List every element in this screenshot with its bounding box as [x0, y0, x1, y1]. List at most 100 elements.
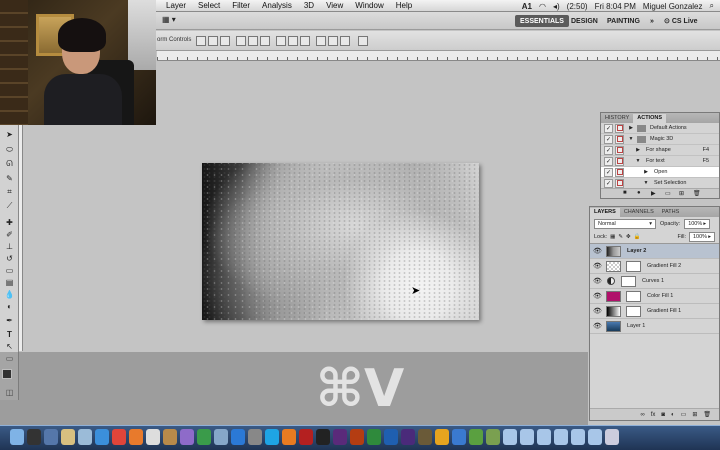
dreamweaver-icon[interactable]	[367, 429, 381, 445]
toggle-check-icon[interactable]: ✓	[604, 145, 613, 155]
dialog-toggle-icon[interactable]	[615, 167, 624, 177]
photos-icon[interactable]	[61, 429, 75, 445]
blur-tool-icon[interactable]: 💧	[4, 289, 15, 299]
clock[interactable]: Fri 8:04 PM	[595, 2, 636, 11]
skype-icon[interactable]	[265, 429, 279, 445]
eye-icon[interactable]: 👁	[593, 322, 602, 330]
document-canvas[interactable]	[202, 163, 479, 320]
illustrator-icon[interactable]	[435, 429, 449, 445]
photoshop-icon[interactable]	[384, 429, 398, 445]
toggle-check-icon[interactable]: ✓	[604, 178, 613, 188]
folder-icon[interactable]	[520, 429, 534, 445]
align-left-icon[interactable]	[236, 36, 246, 46]
new-action-icon[interactable]: ⊞	[679, 190, 684, 197]
eraser-tool-icon[interactable]: ▭	[4, 265, 15, 275]
arrange-documents-icon[interactable]: ▦ ▾	[162, 15, 176, 24]
new-adjustment-icon[interactable]: ◐	[671, 412, 675, 418]
battery-status[interactable]: (2:50)	[567, 2, 588, 11]
mission-control-icon[interactable]	[44, 429, 58, 445]
action-for-text[interactable]: ✓ ▼ For text F5	[601, 156, 719, 167]
folder-icon[interactable]	[571, 429, 585, 445]
layer-style-icon[interactable]: fx	[651, 412, 656, 418]
play-icon[interactable]: ▶	[651, 190, 656, 197]
safari-icon[interactable]	[95, 429, 109, 445]
align-hcenter-icon[interactable]	[248, 36, 258, 46]
path-selection-tool-icon[interactable]: ↖	[4, 341, 15, 351]
menu-filter[interactable]: Filter	[226, 1, 256, 10]
address-book-icon[interactable]	[163, 429, 177, 445]
eye-icon[interactable]: 👁	[593, 292, 602, 300]
minecraft-icon[interactable]	[469, 429, 483, 445]
expanded-triangle-icon[interactable]: ▼	[627, 136, 635, 142]
pen-tool-icon[interactable]: ✒	[4, 315, 15, 325]
facetime-icon[interactable]	[197, 429, 211, 445]
stop-icon[interactable]: ■	[623, 190, 627, 196]
type-tool-icon[interactable]: T	[4, 329, 15, 339]
itunes-icon[interactable]	[180, 429, 194, 445]
filezilla-icon[interactable]	[299, 429, 313, 445]
distribute-left-icon[interactable]	[316, 36, 326, 46]
layer-row-gradient-fill-2[interactable]: 👁 Gradient Fill 2	[590, 259, 719, 274]
trash-icon[interactable]: 🗑	[703, 411, 711, 418]
vlc-icon[interactable]	[282, 429, 296, 445]
layer-row-color-fill-1[interactable]: 👁 Color Fill 1	[590, 289, 719, 304]
cs-live-button[interactable]: ⊙ CS Live	[664, 15, 698, 27]
move-tool-icon[interactable]: ➤	[4, 129, 15, 139]
tab-actions[interactable]: ACTIONS	[633, 114, 666, 123]
workspace-design-button[interactable]: DESIGN	[566, 15, 603, 27]
distribute-right-icon[interactable]	[340, 36, 350, 46]
new-set-icon[interactable]: ▭	[665, 190, 671, 197]
trash-icon[interactable]: 🗑	[693, 190, 701, 197]
link-layers-icon[interactable]: ∞	[640, 412, 644, 418]
new-layer-icon[interactable]: ⊞	[692, 411, 697, 418]
layer-row-gradient-fill-1[interactable]: 👁 Gradient Fill 1	[590, 304, 719, 319]
record-icon[interactable]: ●	[637, 190, 641, 196]
chrome-icon[interactable]	[112, 429, 126, 445]
lock-position-icon[interactable]: ✥	[626, 234, 631, 240]
action-set-default[interactable]: ✓ ▶ Default Actions	[601, 123, 719, 134]
distribute-vcenter-icon[interactable]	[288, 36, 298, 46]
workspace-essentials-button[interactable]: ESSENTIALS	[515, 15, 569, 27]
menu-help[interactable]: Help	[390, 1, 418, 10]
folder-icon[interactable]	[503, 429, 517, 445]
lock-all-icon[interactable]: 🔒	[634, 234, 641, 240]
tab-layers[interactable]: LAYERS	[590, 208, 620, 217]
dialog-toggle-icon[interactable]	[615, 123, 624, 133]
layer-row-curves-1[interactable]: 👁 Curves 1	[590, 274, 719, 289]
fireworks-icon[interactable]	[350, 429, 364, 445]
folder-icon[interactable]	[537, 429, 551, 445]
distribute-bottom-icon[interactable]	[300, 36, 310, 46]
folder-icon[interactable]	[588, 429, 602, 445]
clone-stamp-tool-icon[interactable]: ⊥	[4, 241, 15, 251]
history-brush-tool-icon[interactable]: ↺	[4, 253, 15, 263]
eye-icon[interactable]: 👁	[593, 307, 602, 315]
layer-row-layer-2[interactable]: 👁 Layer 2	[590, 244, 719, 259]
layer-row-layer-1[interactable]: 👁 Layer 1	[590, 319, 719, 334]
show-transform-controls-label[interactable]: orm Controls	[157, 37, 191, 43]
menu-select[interactable]: Select	[192, 1, 226, 10]
align-right-icon[interactable]	[260, 36, 270, 46]
fill-field[interactable]: 100% ▸	[689, 232, 715, 242]
trash-icon[interactable]	[605, 429, 619, 445]
opacity-field[interactable]: 100% ▸	[684, 219, 711, 229]
dashboard-icon[interactable]	[27, 429, 41, 445]
tab-paths[interactable]: PATHS	[658, 208, 684, 217]
expanded-triangle-icon[interactable]: ▼	[642, 180, 650, 186]
eye-icon[interactable]: 👁	[593, 262, 602, 270]
tab-history[interactable]: HISTORY	[601, 114, 633, 123]
collapsed-triangle-icon[interactable]: ▶	[642, 169, 650, 175]
marquee-tool-icon[interactable]: ⬭	[4, 145, 15, 155]
spotlight-icon[interactable]: ⌕	[710, 1, 714, 11]
dialog-toggle-icon[interactable]	[615, 134, 624, 144]
collapsed-triangle-icon[interactable]: ▶	[634, 147, 642, 153]
lock-transparent-icon[interactable]: ▦	[610, 234, 615, 240]
new-group-icon[interactable]: ▭	[681, 411, 687, 418]
workspace-painting-button[interactable]: PAINTING	[602, 15, 645, 27]
brush-tool-icon[interactable]: ✐	[4, 229, 15, 239]
menu-view[interactable]: View	[320, 1, 349, 10]
align-bottom-icon[interactable]	[220, 36, 230, 46]
mail-icon[interactable]	[78, 429, 92, 445]
action-set-magic3d[interactable]: ✓ ▼ Magic 3D	[601, 134, 719, 145]
app-store-icon[interactable]	[231, 429, 245, 445]
action-step-open[interactable]: ✓ ▶ Open	[601, 167, 719, 178]
